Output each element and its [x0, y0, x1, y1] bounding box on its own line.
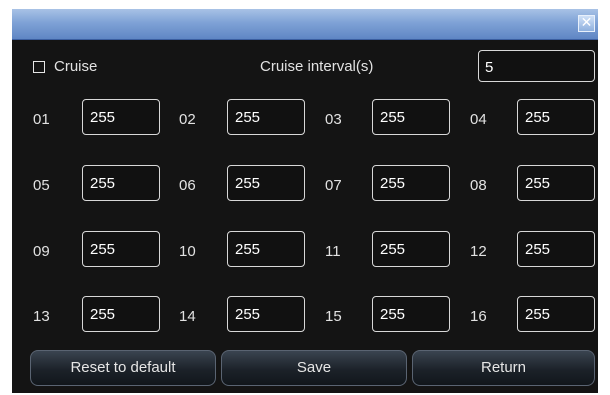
preset-label-15: 15	[325, 308, 342, 325]
return-button[interactable]: Return	[412, 350, 595, 386]
preset-label-10: 10	[179, 243, 196, 260]
preset-input-15[interactable]: 255	[372, 296, 450, 332]
preset-label-04: 04	[470, 111, 487, 128]
cruise-label: Cruise	[54, 58, 98, 75]
close-icon[interactable]: ✕	[578, 15, 595, 32]
preset-input-13[interactable]: 255	[82, 296, 160, 332]
preset-label-07: 07	[325, 177, 342, 194]
preset-label-06: 06	[179, 177, 196, 194]
preset-label-09: 09	[33, 243, 50, 260]
preset-input-02[interactable]: 255	[227, 99, 305, 135]
save-button[interactable]: Save	[221, 350, 407, 386]
preset-input-10[interactable]: 255	[227, 231, 305, 267]
preset-label-16: 16	[470, 308, 487, 325]
preset-label-03: 03	[325, 111, 342, 128]
preset-input-14[interactable]: 255	[227, 296, 305, 332]
preset-label-01: 01	[33, 111, 50, 128]
preset-input-08[interactable]: 255	[517, 165, 595, 201]
preset-input-06[interactable]: 255	[227, 165, 305, 201]
preset-input-11[interactable]: 255	[372, 231, 450, 267]
preset-input-03[interactable]: 255	[372, 99, 450, 135]
cruise-interval-label: Cruise interval(s)	[260, 58, 374, 75]
title-bar[interactable]: ✕	[12, 9, 598, 40]
preset-label-08: 08	[470, 177, 487, 194]
preset-label-02: 02	[179, 111, 196, 128]
preset-label-12: 12	[470, 243, 487, 260]
cruise-interval-input[interactable]: 5	[478, 50, 595, 82]
cruise-settings-dialog: ✕ Cruise Cruise interval(s) 5 01 255 02 …	[12, 9, 598, 393]
reset-to-default-button[interactable]: Reset to default	[30, 350, 216, 386]
preset-input-09[interactable]: 255	[82, 231, 160, 267]
preset-input-07[interactable]: 255	[372, 165, 450, 201]
preset-input-16[interactable]: 255	[517, 296, 595, 332]
preset-label-14: 14	[179, 308, 196, 325]
preset-label-05: 05	[33, 177, 50, 194]
preset-input-12[interactable]: 255	[517, 231, 595, 267]
preset-label-11: 11	[325, 243, 341, 260]
preset-input-04[interactable]: 255	[517, 99, 595, 135]
cruise-checkbox[interactable]	[33, 61, 45, 73]
preset-input-05[interactable]: 255	[82, 165, 160, 201]
preset-label-13: 13	[33, 308, 50, 325]
preset-input-01[interactable]: 255	[82, 99, 160, 135]
